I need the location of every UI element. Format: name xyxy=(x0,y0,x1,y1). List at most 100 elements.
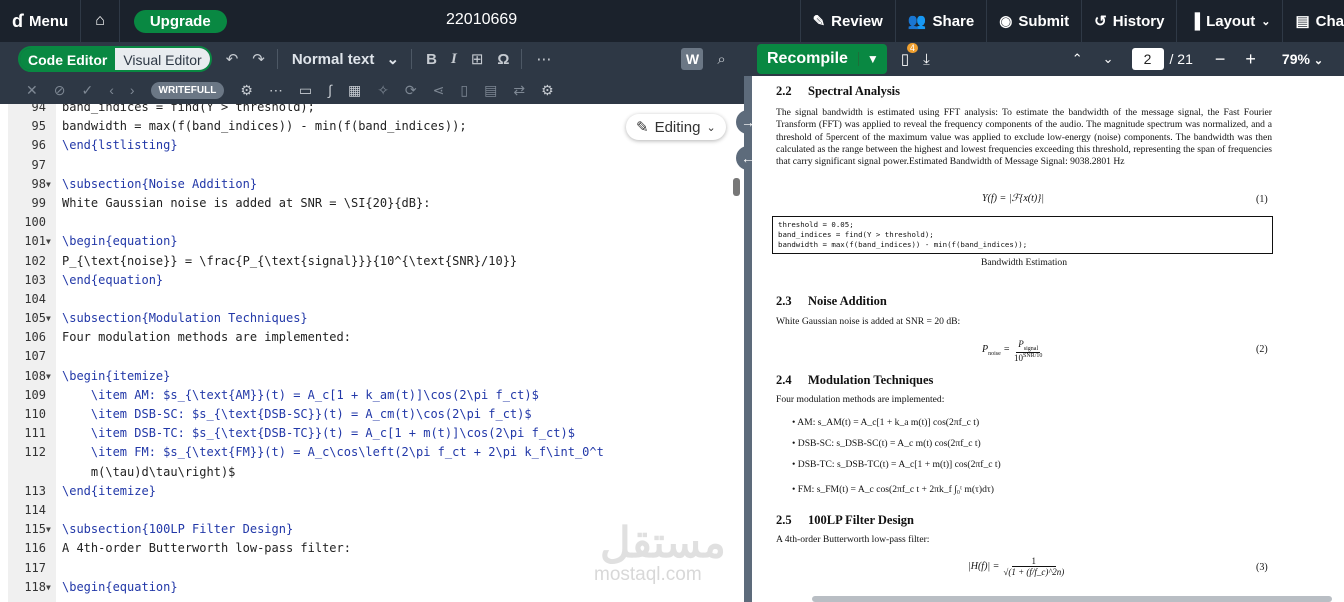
fold-toggle-icon[interactable]: ▼ xyxy=(46,309,56,328)
chat-button[interactable]: ▤ Cha xyxy=(1282,0,1344,42)
block-icon[interactable]: ⊘ xyxy=(54,82,66,99)
code-line[interactable]: 99 White Gaussian noise is added at SNR =… xyxy=(8,194,744,213)
zoom-out-icon[interactable]: − xyxy=(1215,49,1226,70)
line-text xyxy=(56,290,62,309)
code-line[interactable]: 102 P_{\text{noise}} = \frac{P_{\text{sig… xyxy=(8,252,744,271)
code-line[interactable]: 96 \end{lstlisting} xyxy=(8,136,744,155)
refresh-icon[interactable]: ⟳ xyxy=(405,82,417,99)
code-line[interactable]: 105 ▼ \subsection{Modulation Techniques} xyxy=(8,309,744,328)
code-line[interactable]: 101 ▼ \begin{equation} xyxy=(8,232,744,251)
code-line[interactable]: m(\tau)d\tau\right)$ xyxy=(8,463,744,482)
text-style-select[interactable]: Normal text ⌄ xyxy=(292,50,399,68)
chevron-down-icon[interactable]: ▼ xyxy=(857,52,887,66)
code-line[interactable]: 103 \end{equation} xyxy=(8,271,744,290)
line-number: 113 xyxy=(24,483,46,498)
section-2-5-heading: 2.5 100LP Filter Design xyxy=(776,513,915,527)
code-line[interactable]: 112 \item FM: $s_{\text{FM}}(t) = A_c\co… xyxy=(8,443,744,462)
integral-icon[interactable]: ∫ xyxy=(328,82,332,98)
listing-line: threshold = 0.05; xyxy=(778,220,854,229)
page-total: / 21 xyxy=(1169,51,1193,67)
check-icon[interactable]: ✓ xyxy=(81,82,93,99)
redo-icon[interactable]: ↷ xyxy=(252,50,265,68)
pdf-horizontal-scrollbar[interactable] xyxy=(812,596,1332,602)
clipboard-icon[interactable]: ▯ xyxy=(460,82,468,99)
pdf-viewer[interactable]: 2.2 Spectral Analysis The signal bandwidt… xyxy=(752,76,1344,602)
editor-scrollbar-thumb[interactable] xyxy=(733,178,740,196)
fold-toggle-icon[interactable]: ▼ xyxy=(46,175,56,194)
fold-toggle-icon[interactable]: ▼ xyxy=(46,520,56,539)
zoom-level[interactable]: 79% ⌄ xyxy=(1282,51,1323,67)
code-line[interactable]: 100 xyxy=(8,213,744,232)
code-line[interactable]: 98 ▼ \subsection{Noise Addition} xyxy=(8,175,744,194)
undo-icon[interactable]: ↶ xyxy=(226,50,239,68)
code-editor-tab[interactable]: Code Editor xyxy=(20,48,116,70)
code-line[interactable]: 106 Four modulation methods are implement… xyxy=(8,328,744,347)
page-number-input[interactable]: 2 xyxy=(1131,48,1164,70)
review-button[interactable]: ✎ Review xyxy=(799,0,895,42)
editor-mode-toggle[interactable]: Code Editor Visual Editor xyxy=(18,46,212,72)
code-line[interactable]: 107 xyxy=(8,347,744,366)
replace-icon[interactable]: ⇄ xyxy=(513,82,525,99)
share-button[interactable]: 👥 Share xyxy=(894,0,986,42)
editing-mode-chip[interactable]: ✎ Editing ⌄ xyxy=(626,114,726,140)
line-text: White Gaussian noise is added at SNR = \… xyxy=(62,195,431,210)
symbol-omega-icon[interactable]: Ω xyxy=(497,51,509,68)
code-line[interactable]: 113 \end{itemize} xyxy=(8,482,744,501)
chevron-up-icon[interactable]: ⌃ xyxy=(1072,51,1083,67)
bold-icon[interactable]: B xyxy=(426,51,437,68)
chevron-right-icon[interactable]: › xyxy=(130,82,135,98)
sparkle-icon[interactable]: ✧ xyxy=(377,82,389,99)
comment-icon[interactable]: ▭ xyxy=(299,82,312,99)
review-icon: ✎ xyxy=(812,13,826,30)
upgrade-button[interactable]: Upgrade xyxy=(133,9,227,33)
table-icon[interactable]: ▦ xyxy=(348,82,361,99)
code-line[interactable]: 111 \item DSB-TC: $s_{\text{DSB-TC}}(t) … xyxy=(8,424,744,443)
zoom-in-icon[interactable]: + xyxy=(1245,49,1256,70)
project-title[interactable]: 22010669 xyxy=(446,11,517,29)
math-icon[interactable]: ⊞ xyxy=(471,50,484,68)
code-line[interactable]: 109 \item AM: $s_{\text{AM}}(t) = A_c[1 … xyxy=(8,386,744,405)
line-number: 104 xyxy=(24,291,46,306)
equation-3: |H(f)| = 1 √(1 + (f/f_c)^2n) xyxy=(968,556,1065,577)
home-button[interactable]: ⌂ xyxy=(81,0,120,42)
search-icon[interactable]: ⌕ xyxy=(717,51,725,68)
fold-toggle-icon[interactable]: ▼ xyxy=(46,232,56,251)
line-text xyxy=(56,501,62,520)
italic-icon[interactable]: I xyxy=(451,51,457,68)
document-icon[interactable]: ▤ xyxy=(484,82,497,99)
writefull-badge[interactable]: WRITEFULL xyxy=(150,81,225,99)
line-text: bandwidth = max(f(band_indices)) - min(f… xyxy=(62,119,467,134)
close-icon[interactable]: ✕ xyxy=(26,82,38,99)
share-nodes-icon[interactable]: ⋖ xyxy=(433,82,445,99)
equation-3-number: (3) xyxy=(1256,562,1268,573)
settings-icon[interactable]: ⚙ xyxy=(541,82,554,99)
robot-icon[interactable]: ⚙ xyxy=(240,82,253,99)
code-line[interactable]: 108 ▼ \begin{itemize} xyxy=(8,367,744,386)
chevron-down-icon[interactable]: ⌄ xyxy=(1103,51,1114,67)
line-number: 96 xyxy=(31,138,46,153)
listing-caption: Bandwidth Estimation xyxy=(980,257,1068,268)
fold-toggle-icon[interactable]: ▼ xyxy=(46,578,56,597)
recompile-button[interactable]: Recompile ▼ xyxy=(757,44,887,74)
chevron-left-icon[interactable]: ‹ xyxy=(109,82,114,98)
layout-button[interactable]: ▐ Layout ⌄ xyxy=(1176,0,1282,42)
submit-button[interactable]: ◉ Submit xyxy=(986,0,1081,42)
line-number: 98 xyxy=(31,176,46,191)
fold-toggle-icon[interactable]: ▼ xyxy=(46,367,56,386)
logs-icon[interactable]: ▯ 4 xyxy=(901,43,918,68)
line-number: 115 xyxy=(24,522,46,537)
download-icon[interactable]: ⤓ xyxy=(923,51,930,68)
visual-editor-tab[interactable]: Visual Editor xyxy=(115,48,210,70)
code-line[interactable]: 97 xyxy=(8,156,744,175)
more-icon[interactable]: ⋯ xyxy=(536,50,551,68)
dots-icon[interactable]: ⋯ xyxy=(269,82,283,99)
code-line[interactable]: 110 \item DSB-SC: $s_{\text{DSB-SC}}(t) … xyxy=(8,405,744,424)
history-button[interactable]: ↺ History xyxy=(1081,0,1176,42)
menu-button[interactable]: ɗ Menu xyxy=(0,0,82,42)
code-line[interactable]: 104 xyxy=(8,290,744,309)
writefull-logo-icon[interactable]: W xyxy=(681,48,704,70)
line-text xyxy=(56,347,62,366)
listing-line: band_indices = find(Y > threshold); xyxy=(778,230,934,239)
